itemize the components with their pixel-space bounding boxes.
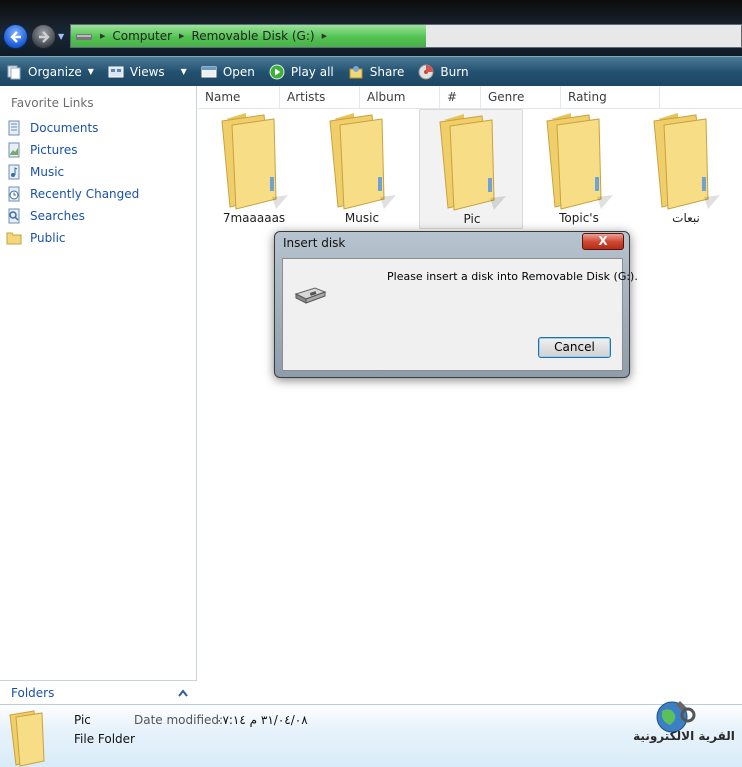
burn-button[interactable]: Burn bbox=[418, 60, 469, 84]
folder-item[interactable]: Topic's bbox=[527, 109, 631, 229]
folder-icon bbox=[221, 113, 288, 210]
selected-folder-icon bbox=[6, 709, 56, 767]
date-modified-value: ٣١/٠٤/٠٨ م ٠٧:١٤ bbox=[216, 713, 308, 727]
sidebar-item-label: Recently Changed bbox=[30, 187, 140, 201]
chevron-down-icon: ▼ bbox=[87, 67, 94, 76]
details-pane: Pic File Folder Date modified: ٣١/٠٤/٠٨ … bbox=[0, 701, 742, 767]
sidebar-item-music[interactable]: Music bbox=[6, 163, 64, 181]
forward-button[interactable] bbox=[31, 24, 56, 49]
column-name[interactable]: Name bbox=[198, 86, 280, 109]
history-dropdown-icon[interactable]: ▼ bbox=[58, 32, 64, 41]
sidebar-item-pictures[interactable]: Pictures bbox=[6, 141, 78, 159]
address-field[interactable]: ▶ Computer ▶ Removable Disk (G:) ▶ bbox=[70, 24, 742, 48]
folders-toggle[interactable]: Folders bbox=[0, 680, 197, 704]
address-bar-area: ▼ ▶ Computer ▶ Removable Disk (G:) ▶ bbox=[0, 0, 742, 56]
column-header: Name Artists Album # Genre Rating bbox=[198, 86, 742, 109]
play-all-label: Play all bbox=[290, 64, 334, 79]
folder-label: 7maaaaas bbox=[222, 211, 286, 225]
share-label: Share bbox=[369, 64, 405, 79]
column-album[interactable]: Album bbox=[360, 86, 440, 109]
dialog-body: Please insert a disk into Removable Disk… bbox=[282, 258, 638, 371]
insert-disk-dialog: Insert disk X Please insert a disk into … bbox=[274, 231, 638, 378]
selected-item-name: Pic bbox=[74, 713, 91, 727]
folder-icon bbox=[329, 113, 396, 210]
burn-label: Burn bbox=[440, 64, 469, 79]
date-modified-label: Date modified: bbox=[134, 713, 224, 727]
burn-icon bbox=[418, 64, 434, 79]
folder-icon bbox=[546, 113, 613, 210]
open-label: Open bbox=[222, 64, 255, 79]
folder-label: Pic bbox=[463, 212, 481, 226]
removable-drive-icon bbox=[293, 284, 327, 309]
column-artists[interactable]: Artists bbox=[280, 86, 360, 109]
breadcrumb-separator-icon[interactable]: ▶ bbox=[322, 32, 327, 40]
sidebar-item-recently-changed[interactable]: Recently Changed bbox=[6, 185, 139, 203]
play-all-button[interactable]: Play all bbox=[269, 60, 334, 84]
searches-icon bbox=[8, 208, 20, 224]
sidebar-item-label: Pictures bbox=[30, 143, 78, 157]
breadcrumb-separator-icon[interactable]: ▶ bbox=[179, 32, 184, 40]
forward-arrow-icon bbox=[38, 30, 50, 43]
public-folder-icon bbox=[6, 232, 22, 245]
organize-button[interactable]: Organize ▼ bbox=[6, 60, 94, 84]
cancel-button[interactable]: Cancel bbox=[538, 337, 611, 358]
sidebar-item-label: Searches bbox=[30, 209, 85, 223]
drive-icon bbox=[76, 34, 92, 40]
back-button[interactable] bbox=[3, 24, 28, 49]
folder-icon bbox=[653, 113, 720, 210]
views-label: Views bbox=[129, 64, 165, 79]
sidebar-item-public[interactable]: Public bbox=[6, 229, 66, 247]
sidebar-item-documents[interactable]: Documents bbox=[6, 119, 98, 137]
column-genre[interactable]: Genre bbox=[481, 86, 561, 109]
organize-icon bbox=[7, 65, 21, 79]
breadcrumb-removable-disk[interactable]: Removable Disk (G:) bbox=[191, 29, 314, 43]
folder-item[interactable]: نبعات bbox=[634, 109, 738, 229]
favorite-links-title: Favorite Links bbox=[11, 96, 94, 110]
breadcrumb-separator-icon[interactable]: ▶ bbox=[100, 32, 105, 40]
folder-label: Topic's bbox=[559, 211, 599, 225]
folder-item[interactable]: 7maaaaas bbox=[202, 109, 306, 229]
music-icon bbox=[8, 164, 20, 180]
pictures-icon bbox=[8, 142, 20, 158]
column-rating[interactable]: Rating bbox=[561, 86, 660, 109]
breadcrumb-computer[interactable]: Computer bbox=[112, 29, 172, 43]
views-icon bbox=[108, 66, 124, 77]
sidebar-item-label: Public bbox=[30, 231, 66, 245]
navigation-pane: Favorite Links Documents Pictures Music … bbox=[0, 86, 197, 704]
sidebar-item-label: Documents bbox=[30, 121, 99, 135]
organize-label: Organize bbox=[28, 64, 82, 79]
dialog-title: Insert disk bbox=[283, 236, 346, 250]
folders-label: Folders bbox=[11, 685, 55, 700]
site-logo-text: القرية الالكترونية bbox=[633, 729, 735, 743]
sidebar-item-searches[interactable]: Searches bbox=[6, 207, 85, 225]
play-icon bbox=[269, 64, 285, 79]
close-button[interactable]: X bbox=[582, 233, 624, 250]
folder-icon bbox=[439, 114, 506, 211]
column-number[interactable]: # bbox=[440, 86, 481, 109]
chevron-up-icon bbox=[178, 688, 188, 697]
share-icon bbox=[349, 65, 363, 78]
site-logo: القرية الالكترونية bbox=[630, 695, 740, 765]
dialog-message: Please insert a disk into Removable Disk… bbox=[387, 270, 638, 283]
folder-item[interactable]: Music bbox=[310, 109, 414, 229]
share-button[interactable]: Share bbox=[348, 60, 405, 84]
folder-item[interactable]: Pic bbox=[419, 109, 523, 229]
folder-label: Music bbox=[344, 211, 380, 225]
folder-label: نبعات bbox=[672, 211, 700, 225]
recently-changed-icon bbox=[8, 186, 20, 202]
chevron-down-icon: ▼ bbox=[180, 67, 187, 76]
open-icon bbox=[201, 66, 217, 77]
back-arrow-icon bbox=[9, 30, 21, 43]
open-button[interactable]: Open bbox=[201, 60, 255, 84]
file-list: 7maaaaas Music Pic Topic's نبعات bbox=[198, 109, 742, 704]
documents-icon bbox=[8, 120, 20, 136]
views-button[interactable]: Views ▼ bbox=[108, 60, 187, 84]
sidebar-item-label: Music bbox=[30, 165, 65, 179]
command-toolbar: Organize ▼ Views ▼ Open Play all Share B… bbox=[0, 56, 742, 86]
selected-item-type: File Folder bbox=[74, 732, 135, 746]
